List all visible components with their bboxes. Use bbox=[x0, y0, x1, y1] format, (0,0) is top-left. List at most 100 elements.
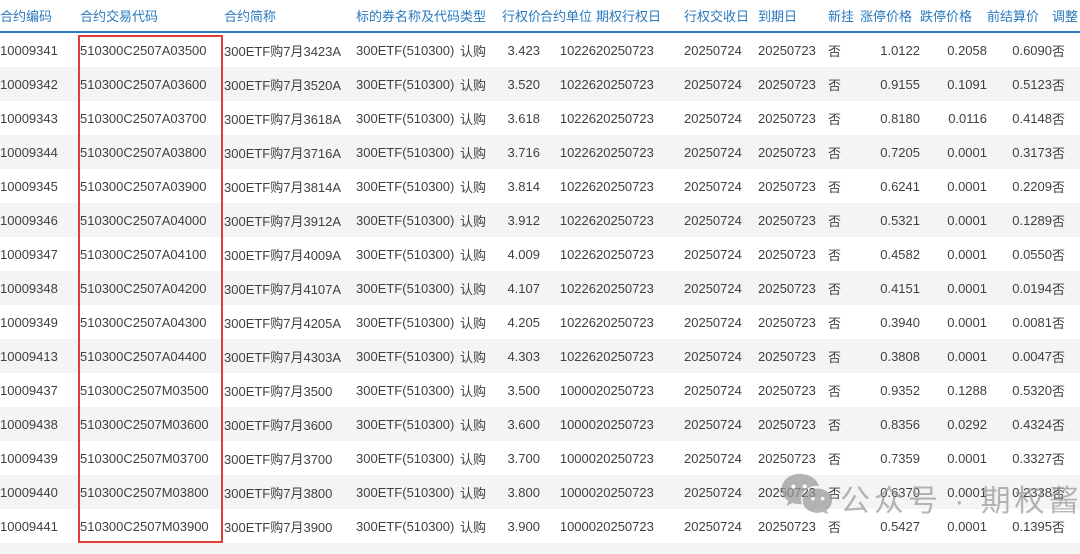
options-contract-table: 合约编码 合约交易代码 合约简称 标的券名称及代码 类型 行权价 合约单位 期权行权日 行权交收… bbox=[0, 0, 1080, 554]
cell: 300ETF(510300) bbox=[356, 518, 455, 534]
cell: 10000 bbox=[559, 484, 596, 500]
cell: 20250723 bbox=[596, 178, 654, 194]
cell: 否 bbox=[828, 417, 842, 433]
cell: 510300C2507M03900 bbox=[80, 518, 209, 534]
table-row: 10009347 510300C2507A04100 300ETF购7月4009A 3… bbox=[0, 237, 1080, 271]
cell: 10226 bbox=[559, 246, 596, 262]
table-row: 10009345 510300C2507A03900 300ETF购7月3814A 3… bbox=[0, 169, 1080, 203]
cell: 300ETF购7月3716A bbox=[224, 145, 342, 161]
cell: 10000 bbox=[559, 416, 596, 432]
cell: 300ETF购7月4205A bbox=[224, 315, 342, 331]
cell: 0.0194 bbox=[1012, 280, 1052, 296]
cell: 0.4148 bbox=[1012, 110, 1052, 126]
cell: 20250723 bbox=[758, 110, 816, 126]
table-row: 10009343 510300C2507A03700 300ETF购7月3618A 3… bbox=[0, 101, 1080, 135]
cell: 否 bbox=[828, 383, 842, 399]
cell: 300ETF(510300) bbox=[356, 178, 455, 194]
cell: 3.423 bbox=[507, 42, 540, 58]
cell: 0.0001 bbox=[947, 212, 987, 228]
cell: 20250724 bbox=[684, 178, 742, 194]
cell: 否 bbox=[1052, 213, 1066, 229]
cell: 20250723 bbox=[596, 416, 654, 432]
cell: 0.8356 bbox=[880, 416, 920, 432]
cell: 300ETF购7月3800 bbox=[224, 485, 333, 501]
table-row: 10009438 510300C2507M03600 300ETF购7月3600 30… bbox=[0, 407, 1080, 441]
column-header-5: 行权价 bbox=[502, 0, 540, 33]
column-header-3: 标的券名称及代码 bbox=[356, 0, 460, 33]
cell: 300ETF购7月3600 bbox=[224, 417, 333, 433]
cell: 10226 bbox=[559, 110, 596, 126]
cell: 0.0001 bbox=[947, 178, 987, 194]
cell: 20250723 bbox=[596, 144, 654, 160]
cell: 20250724 bbox=[684, 212, 742, 228]
cell: 300ETF(510300) bbox=[356, 212, 455, 228]
cell: 0.8180 bbox=[880, 110, 920, 126]
column-header-1: 合约交易代码 bbox=[80, 0, 224, 33]
cell: 0.0001 bbox=[947, 450, 987, 466]
cell: 10009341 bbox=[0, 42, 58, 58]
cell: 10009344 bbox=[0, 144, 58, 160]
cell: 否 bbox=[828, 145, 842, 161]
cell: 4.009 bbox=[507, 246, 540, 262]
cell: 20250724 bbox=[684, 484, 742, 500]
cell: 300ETF购7月3520A bbox=[224, 77, 342, 93]
column-header-4: 类型 bbox=[460, 0, 502, 33]
column-header-2: 合约简称 bbox=[224, 0, 356, 33]
cell: 否 bbox=[1052, 315, 1066, 331]
cell: 300ETF购7月3423A bbox=[224, 43, 342, 59]
cell: 20250724 bbox=[684, 314, 742, 330]
column-header-6: 合约单位 bbox=[540, 0, 596, 33]
cell: 0.7359 bbox=[880, 450, 920, 466]
cell: 认购 bbox=[460, 315, 487, 331]
cell: 3.520 bbox=[507, 76, 540, 92]
table-row: 10009346 510300C2507A04000 300ETF购7月3912A 3… bbox=[0, 203, 1080, 237]
table-row: 10009440 510300C2507M03800 300ETF购7月3800 30… bbox=[0, 475, 1080, 509]
table-row: 10009439 510300C2507M03700 300ETF购7月3700 30… bbox=[0, 441, 1080, 475]
cell: 20250723 bbox=[596, 212, 654, 228]
cell: 0.2338 bbox=[1012, 484, 1052, 500]
cell: 否 bbox=[828, 77, 842, 93]
cell: 300ETF(510300) bbox=[356, 314, 455, 330]
table-row: 10009413 510300C2507A04400 300ETF购7月4303A 3… bbox=[0, 339, 1080, 373]
cell: 300ETF购7月3814A bbox=[224, 179, 342, 195]
cell: 0.3173 bbox=[1012, 144, 1052, 160]
cell: 300ETF(510300) bbox=[356, 246, 455, 262]
cell: 20250723 bbox=[596, 314, 654, 330]
cell: 510300C2507A04100 bbox=[80, 246, 207, 262]
cell: 10009441 bbox=[0, 518, 58, 534]
cell: 510300C2507M03700 bbox=[80, 450, 209, 466]
cell: 认购 bbox=[460, 383, 487, 399]
table-row: 10009341 510300C2507A03500 300ETF购7月3423A 3… bbox=[0, 32, 1080, 67]
cell: 否 bbox=[1052, 43, 1066, 59]
cell: 10226 bbox=[559, 144, 596, 160]
cell: 300ETF(510300) bbox=[356, 144, 455, 160]
cell: 0.4582 bbox=[880, 246, 920, 262]
cell: 20250723 bbox=[758, 314, 816, 330]
cell: 否 bbox=[1052, 417, 1066, 433]
cell: 0.0001 bbox=[947, 348, 987, 364]
cell: 300ETF(510300) bbox=[356, 484, 455, 500]
cell: 20250724 bbox=[684, 246, 742, 262]
cell: 20250723 bbox=[596, 42, 654, 58]
cell: 3.800 bbox=[507, 484, 540, 500]
cell: 510300C2507M03800 bbox=[80, 484, 209, 500]
cell: 0.2209 bbox=[1012, 178, 1052, 194]
cell: 0.6241 bbox=[880, 178, 920, 194]
cell: 510300C2507A04000 bbox=[80, 212, 207, 228]
cell: 3.618 bbox=[507, 110, 540, 126]
cell: 20250723 bbox=[596, 348, 654, 364]
cell: 否 bbox=[1052, 383, 1066, 399]
cell: 10000 bbox=[559, 382, 596, 398]
column-header-7: 期权行权日 bbox=[596, 0, 684, 33]
cell: 300ETF(510300) bbox=[356, 416, 455, 432]
cell: 0.9155 bbox=[880, 76, 920, 92]
cell: 0.1395 bbox=[1012, 518, 1052, 534]
cell: 20250723 bbox=[758, 144, 816, 160]
cell: 20250723 bbox=[596, 518, 654, 534]
cell: 20250723 bbox=[596, 484, 654, 500]
cell: 20250723 bbox=[758, 484, 816, 500]
cell: 4.205 bbox=[507, 314, 540, 330]
cell: 300ETF购7月4107A bbox=[224, 281, 342, 297]
cell: 否 bbox=[828, 213, 842, 229]
cell: 否 bbox=[828, 111, 842, 127]
